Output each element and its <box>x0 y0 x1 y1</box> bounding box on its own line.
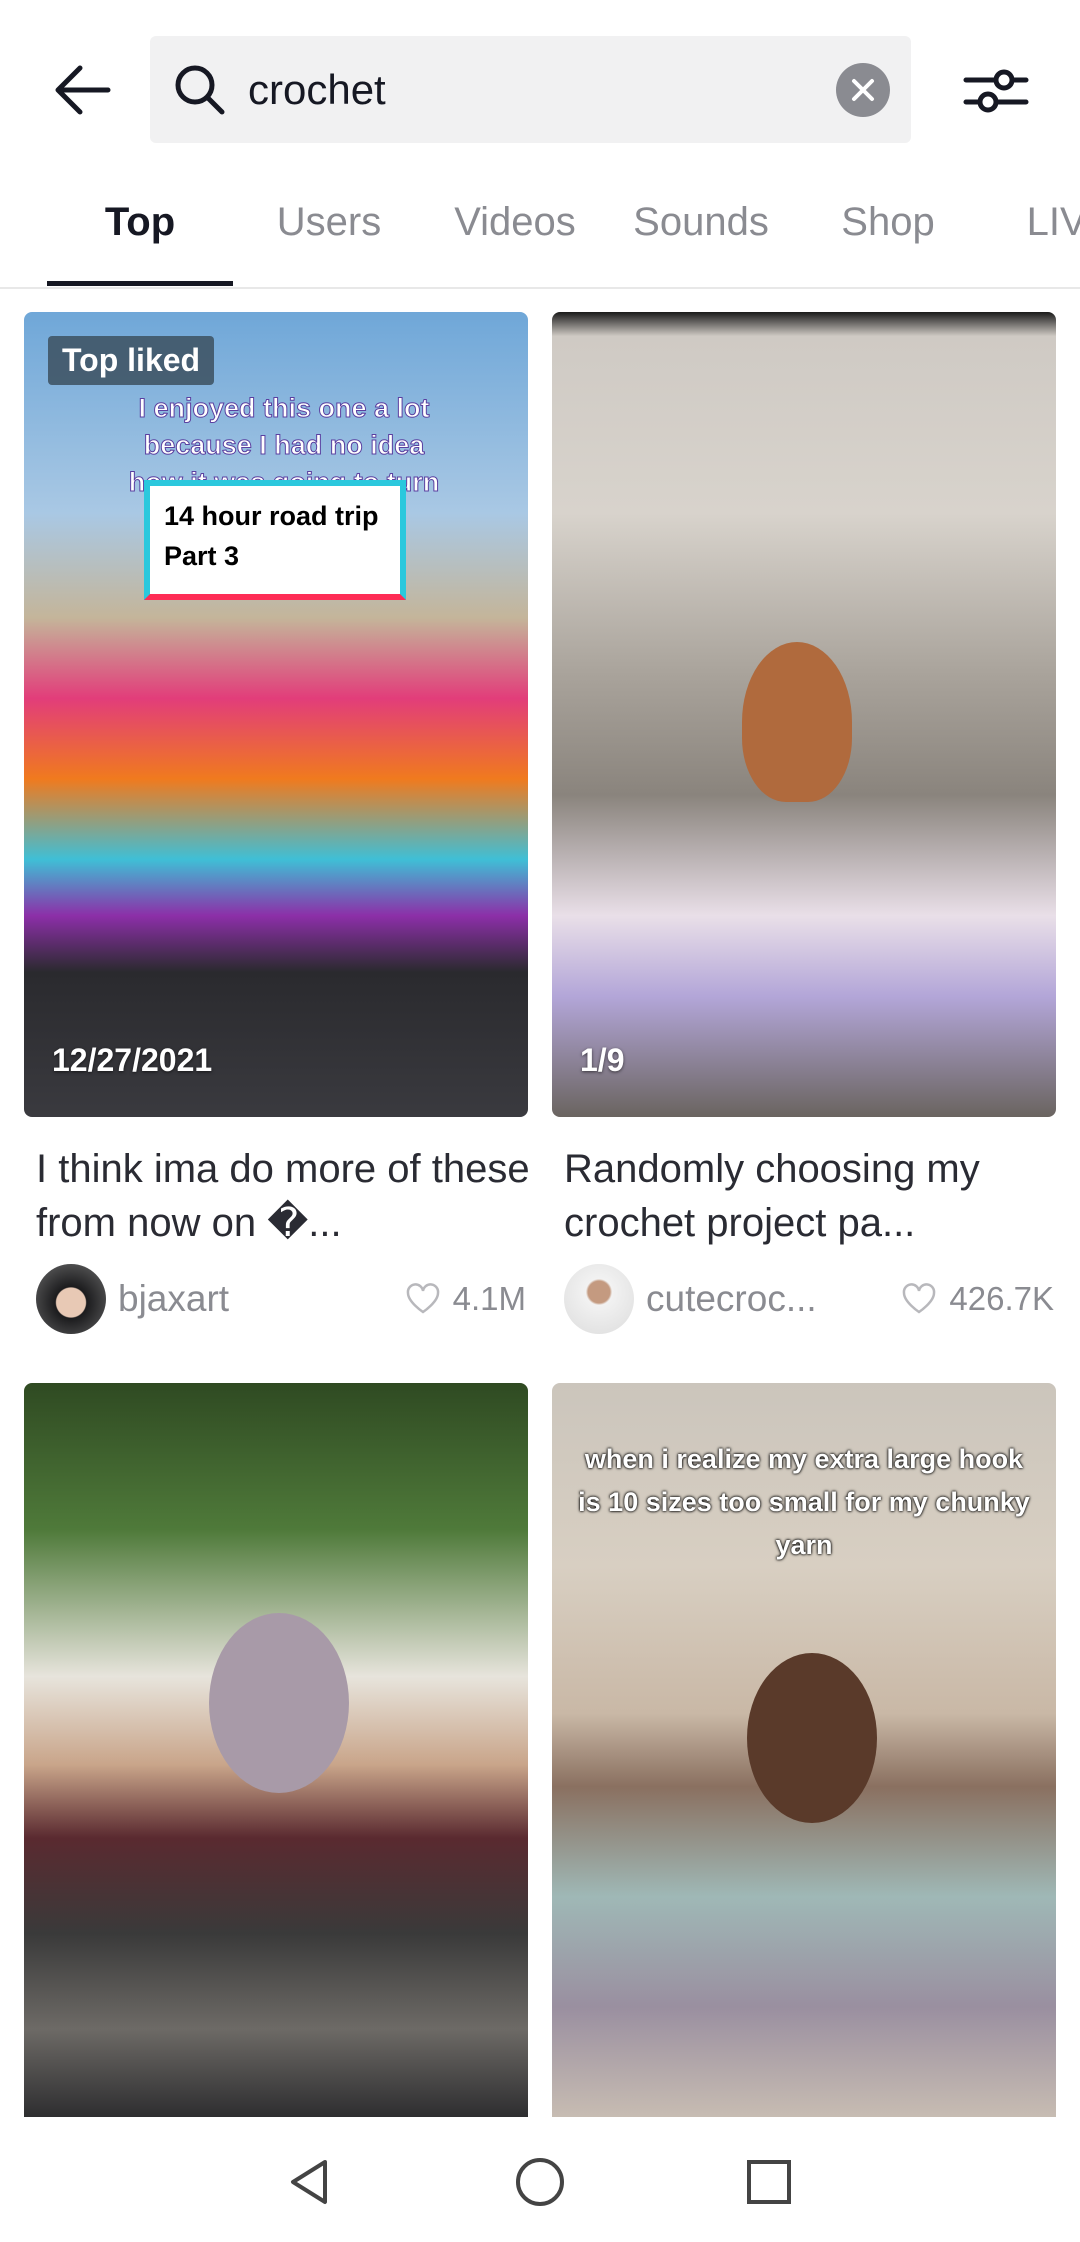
video-thumbnail[interactable] <box>24 1383 528 2117</box>
tab-sounds[interactable]: Sounds <box>633 200 769 245</box>
sticker-line: Part 3 <box>164 541 240 571</box>
divider <box>0 287 1080 289</box>
thumbnail-figure <box>209 1613 349 1793</box>
video-thumbnail[interactable]: when i realize my extra large hook is 10… <box>552 1383 1056 2117</box>
username[interactable]: cutecroc... <box>646 1278 901 1320</box>
avatar[interactable] <box>564 1264 634 1334</box>
like-count: 426.7K <box>901 1280 1054 1318</box>
sticker-line: 14 hour road trip <box>164 501 379 531</box>
recents-nav-icon[interactable] <box>745 2158 793 2206</box>
tab-users[interactable]: Users <box>277 200 381 245</box>
system-nav-bar <box>0 2117 1080 2242</box>
likes-value: 4.1M <box>452 1280 526 1317</box>
sticker: 14 hour road trip Part 3 <box>144 480 406 600</box>
date-label: 12/27/2021 <box>52 1042 213 1078</box>
video-thumbnail[interactable]: 1/9 <box>552 312 1056 1117</box>
active-tab-indicator <box>47 281 233 286</box>
avatar[interactable] <box>36 1264 106 1334</box>
tab-shop[interactable]: Shop <box>841 200 934 245</box>
tab-videos[interactable]: Videos <box>454 200 576 245</box>
search-icon <box>175 65 225 115</box>
username[interactable]: bjaxart <box>118 1278 405 1320</box>
likes-value: 426.7K <box>949 1280 1054 1317</box>
like-count: 4.1M <box>405 1280 526 1318</box>
filter-icon[interactable] <box>962 60 1030 120</box>
video-caption[interactable]: Randomly choosing my crochet project pa.… <box>564 1142 1064 1250</box>
thumbnail-figure <box>742 642 852 802</box>
search-bar[interactable]: crochet <box>150 36 911 143</box>
overlay-text: when i realize my extra large hook is 10… <box>578 1444 1030 1560</box>
author-row[interactable]: bjaxart 4.1M <box>36 1263 526 1335</box>
heart-icon <box>903 1283 936 1314</box>
clear-search-icon[interactable] <box>836 63 890 117</box>
tab-live[interactable]: LIVE <box>1027 200 1080 245</box>
tab-top[interactable]: Top <box>105 200 175 245</box>
back-nav-icon[interactable] <box>285 2157 335 2207</box>
home-nav-icon[interactable] <box>514 2156 566 2208</box>
top-liked-badge: Top liked <box>48 336 215 385</box>
video-thumbnail[interactable]: Top liked I enjoyed this one a lot becau… <box>24 312 528 1117</box>
heart-icon <box>406 1283 439 1314</box>
back-arrow-icon[interactable] <box>50 60 114 120</box>
video-caption[interactable]: I think ima do more of these from now on… <box>36 1142 536 1250</box>
search-input[interactable]: crochet <box>248 66 386 114</box>
thumbnail-figure <box>747 1653 877 1823</box>
author-row[interactable]: cutecroc... 426.7K <box>564 1263 1054 1335</box>
image-count-label: 1/9 <box>580 1042 625 1078</box>
